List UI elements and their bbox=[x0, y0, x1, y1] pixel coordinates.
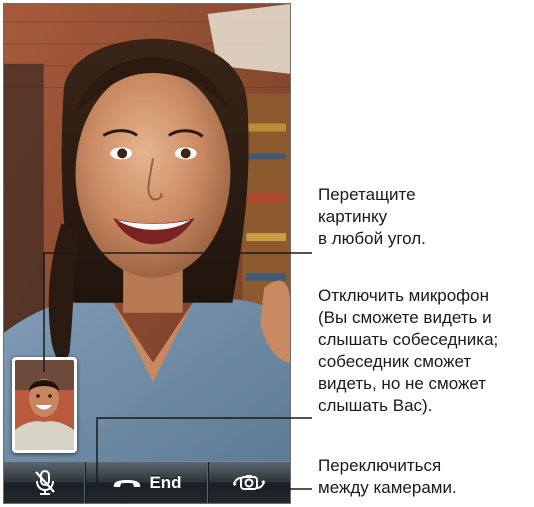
switch-camera-button[interactable] bbox=[209, 462, 290, 503]
end-call-button[interactable]: End bbox=[86, 462, 209, 503]
call-control-bar: End bbox=[4, 461, 290, 503]
mute-button[interactable] bbox=[4, 462, 87, 503]
switch-camera-callout: Переключиться между камерами. bbox=[318, 456, 457, 497]
self-view-image bbox=[15, 360, 74, 450]
self-view-video bbox=[15, 360, 74, 450]
drag-picture-callout: Перетащите картинку в любой угол. bbox=[318, 185, 426, 248]
mute-callout: Отключить микрофон (Вы сможете видеть и … bbox=[318, 286, 499, 415]
phone-handset-icon bbox=[114, 479, 141, 487]
self-view-pip[interactable] bbox=[12, 357, 77, 453]
end-call-label: End bbox=[149, 472, 182, 492]
page: End Перетащите картинку в любой угол. От… bbox=[0, 0, 534, 507]
camera-switch-icon bbox=[233, 474, 266, 490]
mic-mute-icon bbox=[34, 469, 55, 495]
